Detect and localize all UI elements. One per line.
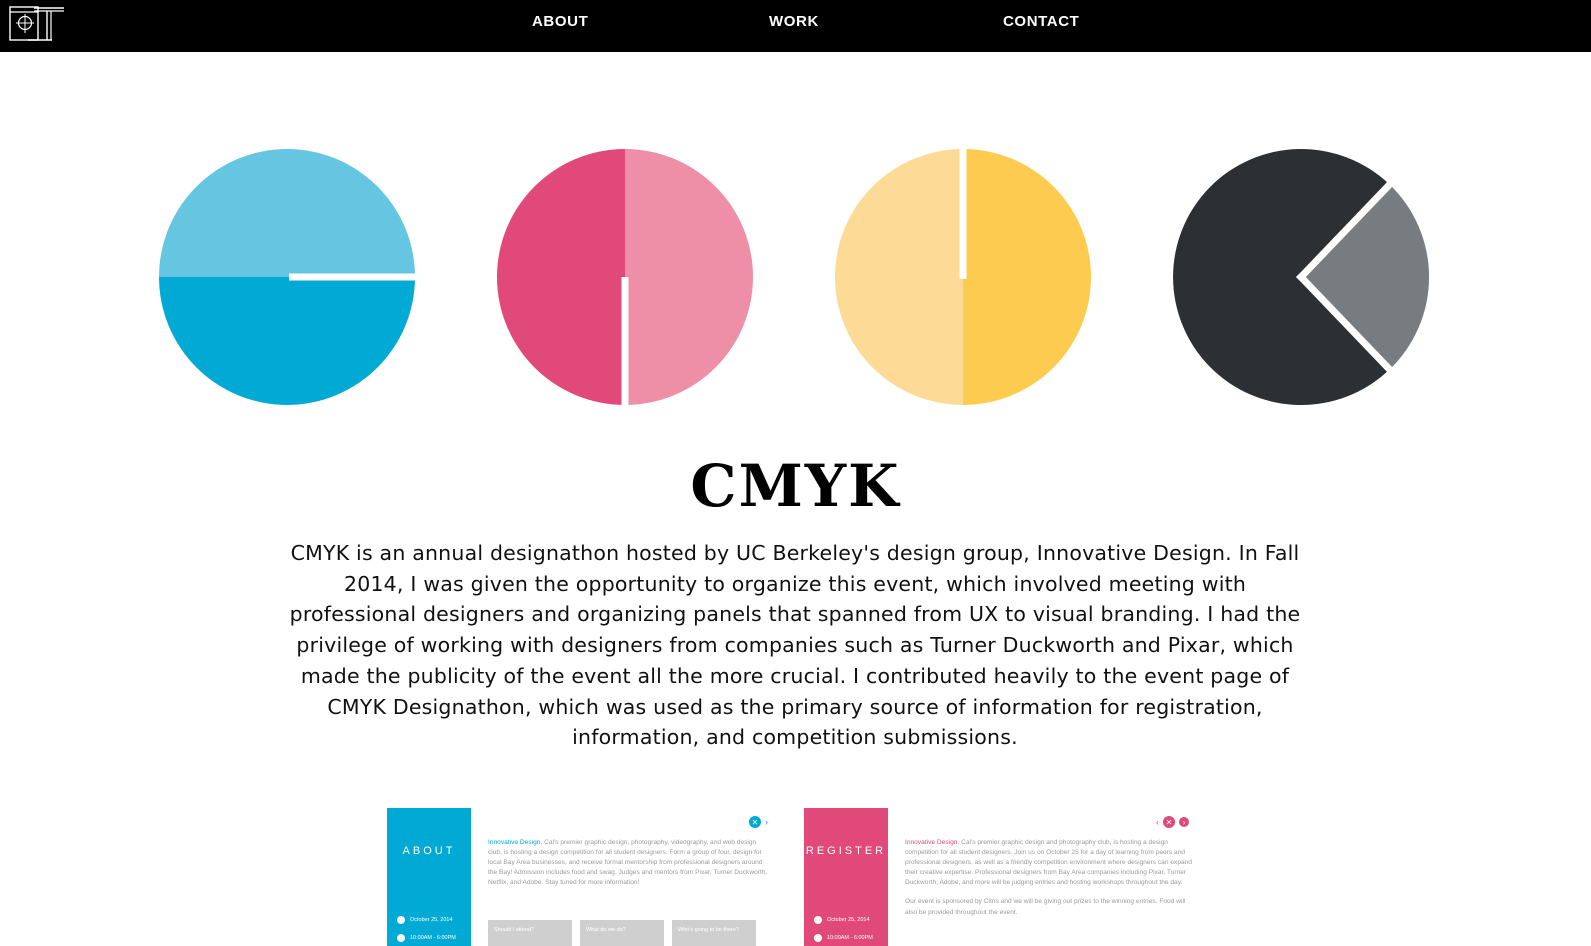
logo-icon[interactable]: [8, 5, 68, 43]
black-circle: [1173, 149, 1430, 405]
register-time-row: 10:00AM - 6:00PM: [814, 934, 873, 942]
chevron-left-icon[interactable]: ‹: [1156, 817, 1159, 827]
cmyk-circles: [0, 145, 1591, 415]
whos-there-button[interactable]: Who's going to be there?: [672, 920, 756, 946]
chevron-right-icon[interactable]: ›: [1179, 817, 1189, 827]
about-time-row: 10:00AM - 6:00PM: [397, 934, 456, 942]
logo-mark: [9, 6, 64, 41]
register-sidebar: REGISTER October 25, 2014 10:00AM - 6:00…: [804, 808, 888, 946]
register-controls: ‹ ✕ ›: [1156, 816, 1189, 828]
register-paragraph-2: Our event is sponsored by Citris and we …: [905, 898, 1186, 916]
magenta-circle: [497, 149, 753, 407]
register-date: October 25, 2014: [827, 917, 870, 923]
register-body-text: Innovative Design, Cal's premier graphic…: [905, 838, 1195, 918]
calendar-icon: [397, 916, 405, 924]
about-screenshot[interactable]: ABOUT October 25, 2014 10:00AM - 6:00PM …: [387, 808, 777, 946]
about-highlight: Innovative Design: [488, 839, 541, 846]
about-time: 10:00AM - 6:00PM: [410, 935, 456, 941]
register-paragraph-1: , Cal's premier graphic design and photo…: [905, 839, 1192, 887]
about-sidebar-title: ABOUT: [402, 845, 456, 857]
register-screenshot[interactable]: REGISTER October 25, 2014 10:00AM - 6:00…: [804, 808, 1204, 946]
project-description: CMYK is an annual designathon hosted by …: [289, 541, 1301, 750]
about-paragraph: , Cal's premier graphic design, photogra…: [488, 839, 768, 887]
nav-link-work[interactable]: WORK: [769, 13, 819, 30]
chevron-right-icon[interactable]: ›: [765, 817, 768, 827]
clock-icon: [814, 934, 822, 942]
close-icon[interactable]: ✕: [749, 816, 761, 828]
yellow-circle: [835, 145, 1091, 405]
register-date-row: October 25, 2014: [814, 916, 870, 924]
about-body-text: Innovative Design, Cal's premier graphic…: [488, 838, 768, 888]
register-sidebar-title: REGISTER: [805, 845, 887, 857]
top-nav-bar: ABOUT WORK CONTACT: [0, 0, 1591, 52]
register-time: 10:00AM - 6:00PM: [827, 935, 873, 941]
what-do-we-do-button[interactable]: What do we do?: [580, 920, 664, 946]
register-highlight: Innovative Design: [905, 839, 958, 846]
about-date: October 25, 2014: [410, 917, 453, 923]
cyan-circle: [159, 149, 415, 405]
nav-link-contact[interactable]: CONTACT: [1003, 13, 1079, 30]
close-icon[interactable]: ✕: [1163, 816, 1175, 828]
about-controls: ✕ ›: [749, 816, 768, 828]
about-sidebar: ABOUT October 25, 2014 10:00AM - 6:00PM: [387, 808, 471, 946]
calendar-icon: [814, 916, 822, 924]
should-attend-button[interactable]: Should I attend?: [488, 920, 572, 946]
nav-link-about[interactable]: ABOUT: [532, 13, 588, 30]
clock-icon: [397, 934, 405, 942]
about-date-row: October 25, 2014: [397, 916, 453, 924]
page-title: CMYK: [690, 452, 901, 520]
